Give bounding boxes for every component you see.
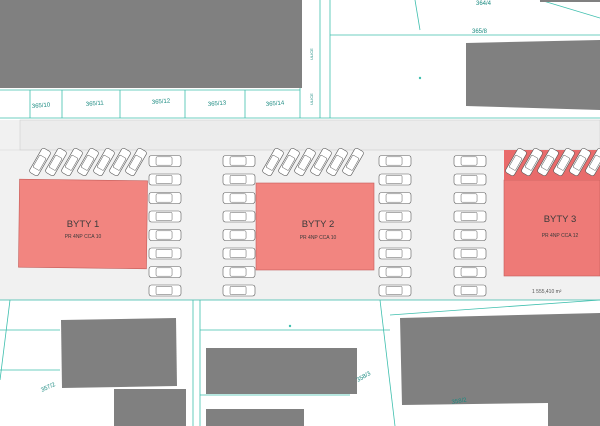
parking-space-car — [378, 192, 412, 204]
parking-space-car — [378, 247, 412, 260]
area-label: 1 555,410 m² — [532, 289, 562, 295]
street-label: ULICE — [309, 93, 314, 105]
parking-space-car — [148, 247, 182, 260]
parcel-label: 358/3 — [356, 371, 373, 384]
parking-space-car — [148, 284, 182, 297]
building-sublabel: PR 4NP CCA 12 — [542, 233, 579, 239]
parking-space-car — [453, 247, 487, 260]
parking-space-car — [222, 192, 256, 204]
parking-space-car — [453, 173, 487, 186]
parking-space-car — [148, 266, 182, 278]
parking-space-car — [378, 210, 412, 223]
parking-space-car — [222, 266, 256, 278]
building-label: BYTY 1 — [67, 219, 100, 230]
parking-space-car — [148, 210, 182, 223]
parcel-label: 365/8 — [472, 29, 488, 35]
existing-building-mid — [206, 348, 357, 394]
parking-space-car — [222, 247, 256, 260]
parking-space-car — [148, 155, 182, 167]
parking-space-car — [148, 192, 182, 204]
existing-building-se — [400, 313, 600, 426]
parking-space-car — [222, 173, 256, 186]
parking-space-car — [378, 229, 412, 241]
parking-space-car — [222, 210, 256, 223]
parking-space-car — [378, 266, 412, 278]
building-sublabel: PR 4NP CCA 10 — [65, 234, 102, 240]
parking-space-car — [453, 266, 487, 278]
map-canvas: BYTY 1 PR 4NP CCA 10 BYTY 2 PR 4NP CCA 1… — [0, 0, 600, 426]
access-road — [19, 119, 600, 151]
parcel-label: 364/4 — [476, 1, 492, 7]
existing-building-nw — [0, 0, 302, 88]
parking-space-car — [453, 229, 487, 241]
existing-building-s — [114, 389, 186, 426]
building-label: BYTY 2 — [302, 219, 335, 230]
parcel-label: 365/11 — [86, 100, 105, 108]
existing-building-mid-low — [206, 409, 304, 426]
street-label: ULICE — [309, 48, 314, 60]
parcel-label: 365/13 — [208, 100, 227, 108]
parking-space-car — [453, 284, 487, 297]
parking-space-car — [222, 284, 256, 297]
parking-space-car — [222, 229, 256, 241]
parking-space-car — [453, 192, 487, 204]
parcel-label: 365/12 — [152, 98, 171, 106]
building-label: BYTY 3 — [544, 214, 577, 225]
existing-building-sw — [61, 318, 177, 388]
parking-space-car — [378, 173, 412, 186]
parking-space-car — [453, 210, 487, 223]
parcel-label: 357/2 — [40, 382, 57, 394]
new-building-byty-3 — [503, 179, 600, 277]
parcel-label: 358/2 — [451, 397, 467, 406]
parking-space-car — [378, 155, 412, 167]
parking-space-car — [378, 284, 412, 297]
existing-building-ne — [466, 40, 600, 110]
building-sublabel: PR 4NP CCA 10 — [300, 235, 337, 241]
parking-space-car — [148, 229, 182, 241]
parking-space-car — [222, 155, 256, 167]
existing-building-ne-top — [540, 0, 600, 2]
parcel-label: 365/10 — [32, 102, 51, 110]
site-plan-map: BYTY 1 PR 4NP CCA 10 BYTY 2 PR 4NP CCA 1… — [0, 0, 600, 426]
parcel-label: 365/14 — [266, 100, 285, 108]
parking-space-car — [453, 155, 487, 167]
parking-space-car — [148, 173, 182, 186]
